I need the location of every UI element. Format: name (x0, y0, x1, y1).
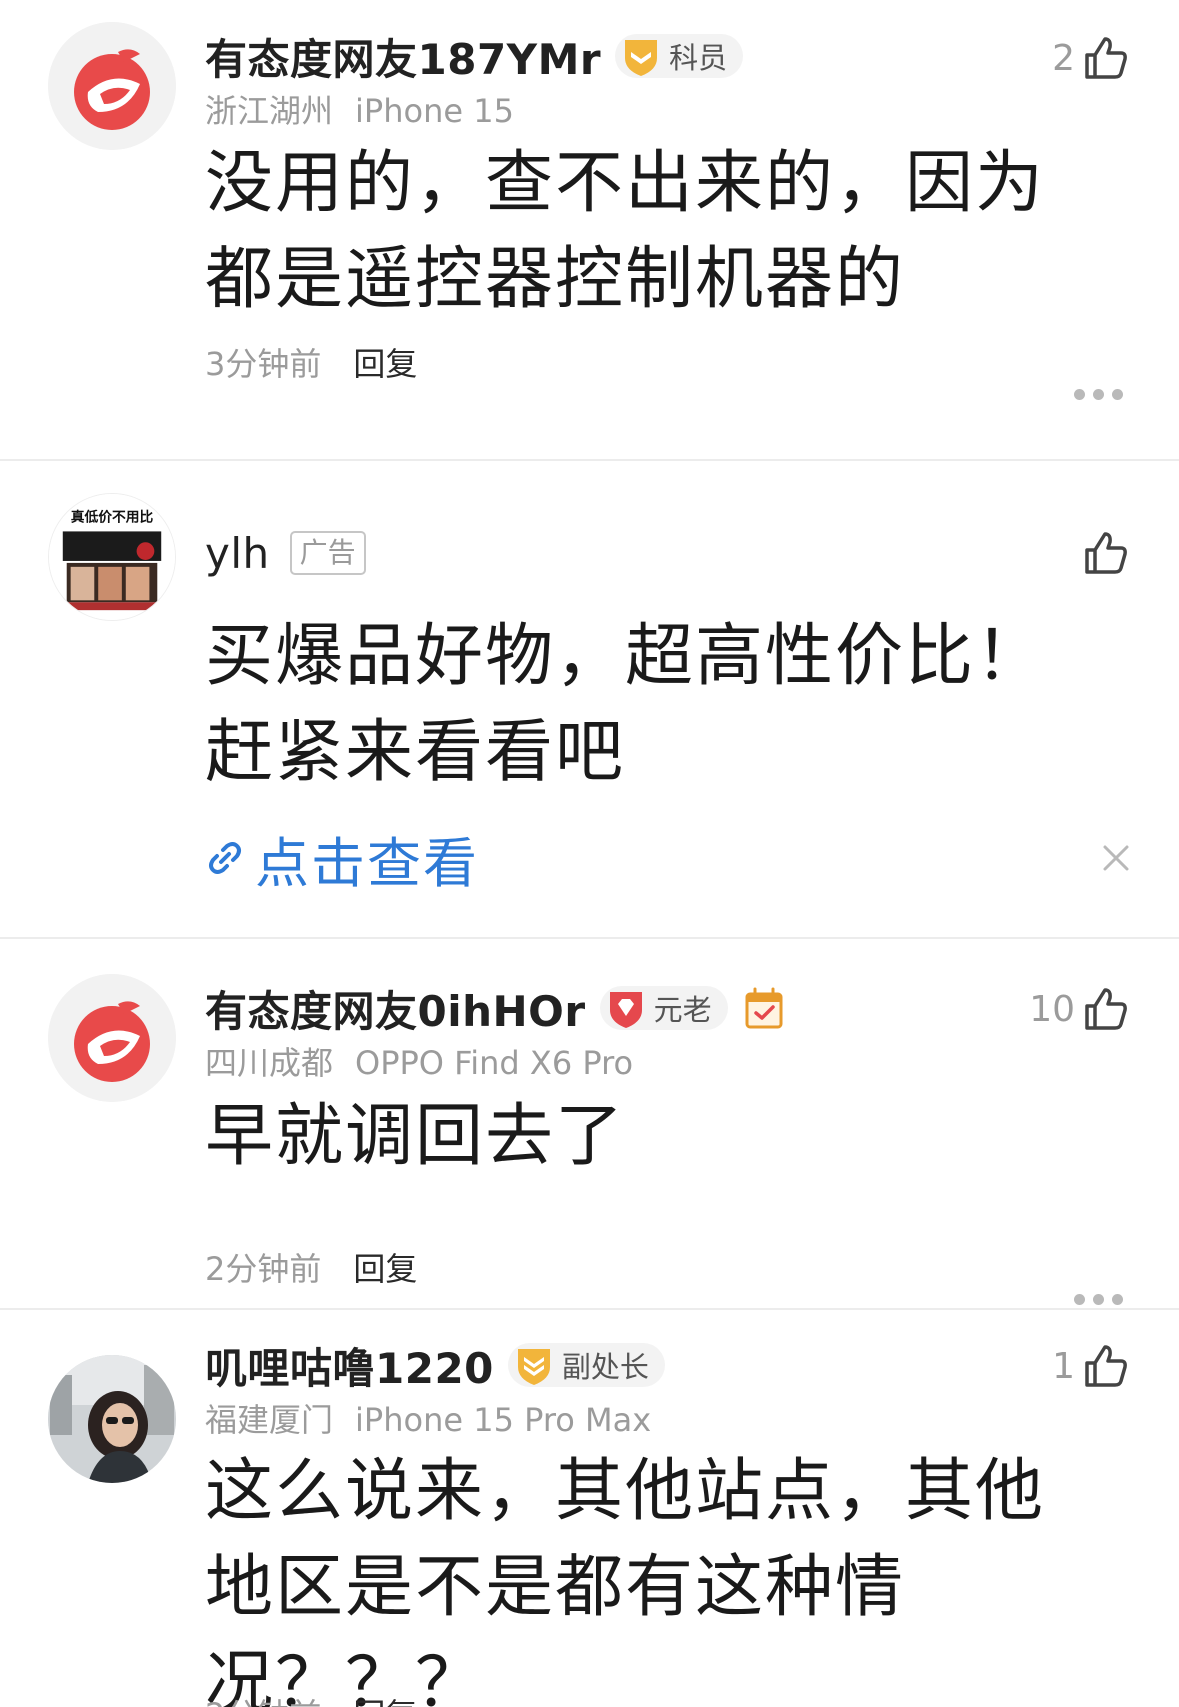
rank-label: 科员 (669, 41, 728, 75)
location: 四川成都 (205, 1044, 334, 1082)
thumbs-up-icon (1085, 37, 1127, 79)
more-dots-icon[interactable] (1074, 389, 1123, 401)
user-photo-icon (48, 1355, 176, 1483)
close-icon[interactable] (1101, 843, 1131, 873)
comment-text: 早就调回去了 (205, 1097, 626, 1176)
comment-item: 有态度网友187YMr 科员 浙江湖州 iPhone 15 2 没用的，查不出来的… (0, 0, 1179, 422)
more-dots-icon[interactable] (1074, 1294, 1123, 1306)
avatar-caption: 真低价不用比 (71, 509, 154, 526)
product-thumbnail-icon: 真低价不用比 (49, 494, 175, 620)
rank-label: 元老 (653, 993, 712, 1027)
like-button[interactable]: 10 (1029, 979, 1131, 1039)
rank-badge[interactable]: 副处长 (507, 1343, 665, 1387)
comment-text: 没用的，查不出来的，因为都是遥控器控制机器的 (205, 144, 1046, 319)
reply-button[interactable]: 回复 (353, 339, 417, 385)
thumbs-up-icon (1085, 1345, 1127, 1387)
shield-badge-icon (625, 40, 658, 76)
like-count: 10 (1029, 988, 1075, 1030)
comment-meta: 四川成都 OPPO Find X6 Pro (205, 1038, 633, 1084)
thumbs-up-icon (1085, 532, 1127, 574)
comment-footer: 2分钟前 回复 (205, 1688, 417, 1707)
shield-badge-icon (517, 1349, 550, 1385)
comment-footer: 3分钟前 回复 (205, 337, 417, 387)
comment-text: 这么说来，其他站点，其他地区是不是都有这种情况？？？ (205, 1452, 1046, 1707)
location: 浙江湖州 (205, 92, 334, 130)
rank-badge[interactable]: 科员 (615, 34, 744, 78)
ad-link[interactable]: 点击查看 (205, 823, 479, 895)
name-row: ylh 广告 (205, 523, 366, 583)
netease-logo-icon (48, 22, 176, 150)
ad-avatar[interactable]: 真低价不用比 (48, 493, 176, 621)
username[interactable]: 有态度网友187YMr (205, 26, 601, 87)
comment-item: 叽哩咕噜1220 副处长 福建厦门 iPhone 15 Pro Max 1 这么说… (0, 1310, 1179, 1707)
rank-badge[interactable]: 元老 (599, 986, 728, 1030)
rank-label: 副处长 (561, 1350, 649, 1384)
calendar-check-icon[interactable] (744, 986, 784, 1030)
username[interactable]: 叽哩咕噜1220 (205, 1335, 494, 1396)
netease-logo-icon (48, 974, 176, 1102)
comment-item: 有态度网友0ihHOr 元老 四川成都 OPPO Find X6 Pro 10 (0, 939, 1179, 1309)
avatar[interactable] (48, 1355, 176, 1483)
comment-meta: 浙江湖州 iPhone 15 (205, 86, 514, 132)
like-button[interactable] (1081, 523, 1131, 583)
like-count: 2 (1052, 37, 1075, 79)
thumbs-up-icon (1085, 988, 1127, 1030)
timestamp: 2分钟前 (205, 1250, 322, 1288)
timestamp: 2分钟前 (205, 1690, 321, 1707)
like-count: 1 (1052, 1345, 1075, 1387)
reply-button[interactable]: 回复 (353, 1244, 417, 1290)
name-row: 有态度网友0ihHOr 元老 (205, 978, 784, 1038)
like-button[interactable]: 2 (1052, 28, 1131, 88)
diamond-badge-icon (609, 992, 642, 1028)
avatar[interactable] (48, 22, 176, 150)
ad-text: 买爆品好物，超高性价比！赶紧来看看吧 (205, 617, 1046, 792)
avatar[interactable] (48, 974, 176, 1102)
username[interactable]: ylh (205, 529, 270, 578)
reply-button[interactable]: 回复 (353, 1690, 417, 1707)
like-button[interactable]: 1 (1052, 1336, 1131, 1396)
device: OPPO Find X6 Pro (355, 1044, 634, 1082)
link-icon (209, 842, 241, 874)
timestamp: 3分钟前 (205, 345, 322, 383)
name-row: 有态度网友187YMr 科员 (205, 26, 744, 87)
comment-meta: 福建厦门 iPhone 15 Pro Max (205, 1395, 651, 1441)
comment-footer: 2分钟前 回复 (205, 1242, 417, 1292)
comment-feed: 有态度网友187YMr 科员 浙江湖州 iPhone 15 2 没用的，查不出来的… (0, 0, 1179, 1707)
ad-item: 真低价不用比 ylh 广告 买爆品好物，超高性价比！赶紧来看看吧 点击查看 (0, 461, 1179, 937)
location: 福建厦门 (205, 1401, 334, 1439)
name-row: 叽哩咕噜1220 副处长 (205, 1335, 665, 1395)
link-label: 点击查看 (255, 831, 479, 895)
device: iPhone 15 Pro Max (355, 1401, 652, 1439)
device: iPhone 15 (355, 92, 514, 130)
username[interactable]: 有态度网友0ihHOr (205, 978, 586, 1039)
ad-tag: 广告 (289, 531, 366, 575)
